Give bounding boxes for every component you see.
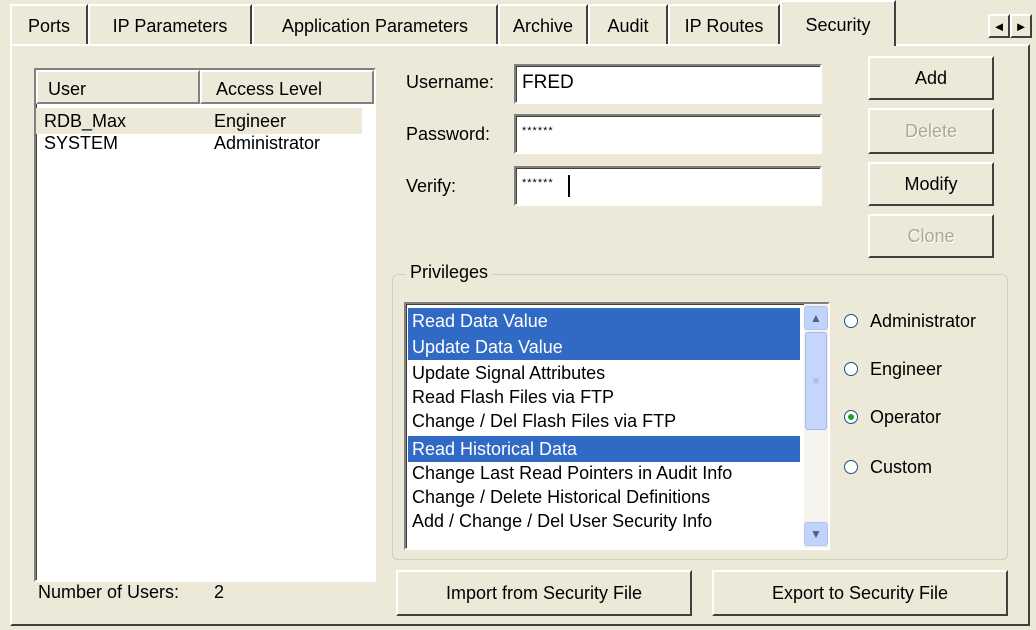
verify-value: ****** [522, 177, 554, 189]
password-value: ****** [522, 125, 554, 137]
list-item[interactable]: Change Last Read Pointers in Audit Info [408, 460, 800, 486]
username-value: FRED [522, 72, 574, 93]
user-access-level: Administrator [214, 133, 321, 153]
user-count-value: 2 [214, 582, 225, 602]
radio-selected-dot [848, 414, 854, 420]
export-button[interactable]: Export to Security File [712, 570, 1008, 616]
tab-audit[interactable]: Audit [588, 4, 668, 44]
radio-custom[interactable]: Custom [844, 454, 932, 480]
import-button[interactable]: Import from Security File [396, 570, 692, 616]
tab-ip-parameters[interactable]: IP Parameters [88, 4, 252, 44]
tab-security[interactable]: Security [780, 0, 896, 46]
verify-label: Verify: [406, 176, 457, 196]
list-item[interactable]: Update Signal Attributes [408, 360, 800, 386]
username-label: Username: [406, 72, 495, 92]
tab-ip-routes[interactable]: IP Routes [668, 4, 780, 44]
text-cursor [568, 175, 570, 197]
tab-archive[interactable]: Archive [498, 4, 588, 44]
radio-engineer[interactable]: Engineer [844, 356, 942, 382]
radio-label: Administrator [870, 310, 977, 331]
privileges-list[interactable]: Read Data Value Update Data Value Update… [404, 302, 830, 550]
right-arrow-icon: ► [1014, 18, 1028, 34]
column-header-user[interactable]: User [36, 70, 200, 104]
clone-button[interactable]: Clone [868, 214, 994, 258]
radio-label: Engineer [870, 358, 943, 379]
username-field[interactable]: FRED [514, 64, 822, 104]
tab-application-parameters[interactable]: Application Parameters [252, 4, 498, 44]
verify-field[interactable]: ****** [514, 166, 822, 206]
radio-circle [844, 362, 858, 376]
privileges-scrollbar[interactable]: ▲ ≡ ▼ [804, 304, 828, 548]
list-item[interactable]: Add / Change / Del User Security Info [408, 508, 800, 534]
radio-label: Operator [870, 406, 942, 427]
tab-scroll-left-button[interactable]: ◄ [988, 14, 1010, 38]
list-item[interactable]: Read Flash Files via FTP [408, 384, 800, 410]
radio-circle [844, 410, 858, 424]
user-row[interactable]: SYSTEM Administrator [36, 130, 362, 156]
radio-circle [844, 314, 858, 328]
tab-ports[interactable]: Ports [10, 4, 88, 44]
grip-icon: ≡ [813, 375, 819, 387]
radio-operator[interactable]: Operator [844, 404, 941, 430]
user-count-label: Number of Users: [38, 582, 180, 602]
left-arrow-icon: ◄ [992, 18, 1006, 34]
user-name: SYSTEM [44, 133, 119, 153]
add-button[interactable]: Add [868, 56, 994, 100]
radio-label: Custom [870, 456, 933, 477]
modify-button[interactable]: Modify [868, 162, 994, 206]
list-item[interactable]: Update Data Value [408, 334, 800, 360]
chevron-down-icon: ▼ [810, 527, 822, 541]
column-header-access-level[interactable]: Access Level [200, 70, 374, 104]
user-list[interactable]: User Access Level RDB_Max Engineer SYSTE… [34, 68, 376, 582]
chevron-up-icon: ▲ [810, 311, 822, 325]
radio-administrator[interactable]: Administrator [844, 308, 976, 334]
password-label: Password: [406, 124, 491, 144]
list-item[interactable]: Read Data Value [408, 308, 800, 334]
list-item[interactable]: Read Historical Data [408, 436, 800, 462]
list-item[interactable]: Change / Del Flash Files via FTP [408, 408, 800, 434]
delete-button[interactable]: Delete [868, 108, 994, 154]
radio-circle [844, 460, 858, 474]
password-field[interactable]: ****** [514, 114, 822, 154]
scroll-thumb[interactable]: ≡ [805, 332, 827, 430]
privileges-title: Privileges [406, 262, 493, 283]
list-item[interactable]: Change / Delete Historical Definitions [408, 484, 800, 510]
scroll-down-button[interactable]: ▼ [804, 522, 828, 546]
scroll-up-button[interactable]: ▲ [804, 306, 828, 330]
tab-scroll-right-button[interactable]: ► [1010, 14, 1032, 38]
